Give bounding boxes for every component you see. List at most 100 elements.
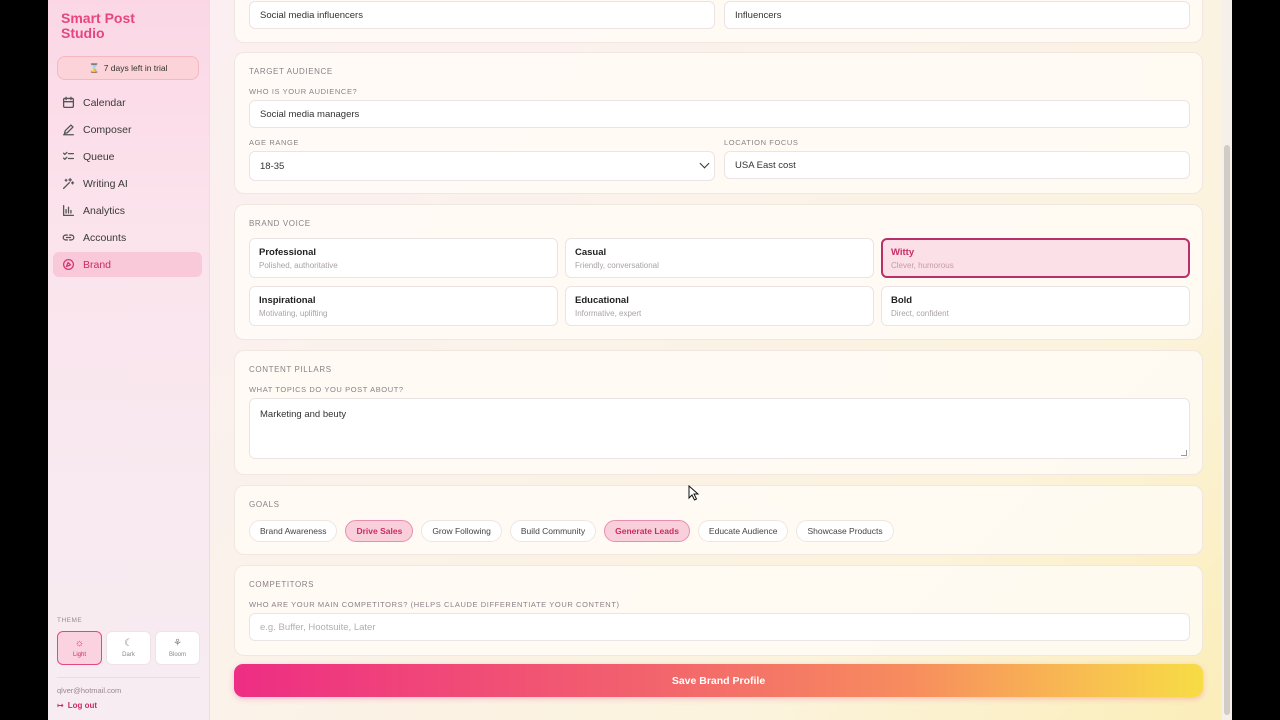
sidebar-nav: Calendar Composer Queue Writing AI Analy… bbox=[53, 90, 202, 279]
target-audience-card: TARGET AUDIENCE WHO IS YOUR AUDIENCE? So… bbox=[234, 52, 1203, 194]
sidebar-item-label: Queue bbox=[83, 150, 115, 163]
content-pillars-card: CONTENT PILLARS WHAT TOPICS DO YOU POST … bbox=[234, 350, 1203, 475]
voice-title: Casual bbox=[575, 247, 607, 258]
brand-basics-card: Social media influencers Influencers bbox=[234, 0, 1203, 43]
sidebar-item-calendar[interactable]: Calendar bbox=[53, 90, 202, 115]
voice-title: Inspirational bbox=[259, 295, 316, 306]
voice-desc: Direct, confident bbox=[891, 309, 949, 318]
user-email: qlver@hotmail.com bbox=[57, 686, 122, 695]
goal-chip-build-community[interactable]: Build Community bbox=[509, 520, 597, 542]
topics-textarea[interactable]: Marketing and beuty bbox=[249, 398, 1190, 459]
sidebar-item-accounts[interactable]: Accounts bbox=[53, 225, 202, 250]
mouse-cursor-icon bbox=[688, 485, 700, 501]
trial-badge: ⌛ 7 days left in trial bbox=[57, 56, 199, 80]
voice-title: Bold bbox=[891, 295, 913, 306]
brand-niche-input[interactable]: Social media influencers bbox=[249, 1, 715, 29]
link-icon bbox=[62, 234, 75, 241]
sidebar-item-composer[interactable]: Composer bbox=[53, 117, 202, 142]
sidebar-item-label: Composer bbox=[83, 123, 132, 136]
voice-desc: Friendly, conversational bbox=[575, 261, 659, 270]
voice-option-witty[interactable]: Witty Clever, humorous bbox=[881, 238, 1190, 278]
competitors-input[interactable]: e.g. Buffer, Hootsuite, Later bbox=[249, 613, 1190, 641]
hourglass-icon: ⌛ bbox=[88, 62, 100, 73]
goal-chips: Brand Awareness Drive Sales Grow Followi… bbox=[249, 520, 894, 542]
theme-light-button[interactable]: ☼ Light bbox=[57, 631, 102, 665]
logout-icon: ↦ bbox=[57, 701, 64, 710]
sidebar-divider bbox=[57, 677, 200, 678]
pen-icon bbox=[62, 124, 75, 136]
goal-chip-educate-audience[interactable]: Educate Audience bbox=[697, 520, 789, 542]
sidebar-item-label: Calendar bbox=[83, 96, 126, 109]
calendar-icon bbox=[62, 96, 75, 109]
sidebar-item-label: Accounts bbox=[83, 231, 127, 244]
goal-chip-showcase-products[interactable]: Showcase Products bbox=[796, 520, 894, 542]
sidebar-item-queue[interactable]: Queue bbox=[53, 144, 202, 169]
trial-text: 7 days left in trial bbox=[103, 63, 168, 73]
sidebar-item-writing-ai[interactable]: Writing AI bbox=[53, 171, 202, 196]
theme-bloom-button[interactable]: ⚘ Bloom bbox=[155, 631, 200, 665]
audience-label: WHO IS YOUR AUDIENCE? bbox=[249, 87, 358, 96]
theme-bloom-label: Bloom bbox=[168, 651, 186, 658]
section-title: BRAND VOICE bbox=[249, 219, 311, 228]
age-range-value: 18-35 bbox=[260, 160, 285, 172]
voice-option-educational[interactable]: Educational Informative, expert bbox=[565, 286, 874, 326]
sidebar-item-analytics[interactable]: Analytics bbox=[53, 198, 202, 223]
palette-icon bbox=[62, 258, 75, 271]
location-label: LOCATION FOCUS bbox=[724, 138, 799, 147]
sidebar: Smart Post Studio ⌛ 7 days left in trial… bbox=[48, 0, 210, 720]
bar-chart-icon bbox=[62, 204, 75, 217]
competitors-label: WHO ARE YOUR MAIN COMPETITORS? (HELPS CL… bbox=[249, 600, 620, 609]
sidebar-item-brand[interactable]: Brand bbox=[53, 252, 202, 277]
section-title: COMPETITORS bbox=[249, 580, 315, 589]
voice-desc: Informative, expert bbox=[575, 309, 642, 318]
voice-option-casual[interactable]: Casual Friendly, conversational bbox=[565, 238, 874, 278]
voice-desc: Polished, authoritative bbox=[259, 261, 338, 270]
save-brand-profile-button[interactable]: Save Brand Profile bbox=[234, 664, 1203, 697]
theme-light-label: Light bbox=[72, 651, 86, 658]
topics-value: Marketing and beuty bbox=[260, 409, 347, 420]
sun-icon: ☼ bbox=[74, 637, 85, 649]
app-title: Smart Post Studio bbox=[61, 10, 135, 41]
voice-title: Educational bbox=[575, 295, 629, 306]
goal-chip-generate-leads[interactable]: Generate Leads bbox=[604, 520, 690, 542]
location-input[interactable]: USA East cost bbox=[724, 151, 1190, 179]
section-title: GOALS bbox=[249, 500, 280, 509]
voice-option-bold[interactable]: Bold Direct, confident bbox=[881, 286, 1190, 326]
age-range-select[interactable]: 18-35 bbox=[249, 151, 715, 181]
theme-dark-label: Dark bbox=[122, 651, 135, 658]
section-title: CONTENT PILLARS bbox=[249, 365, 332, 374]
goal-chip-drive-sales[interactable]: Drive Sales bbox=[345, 520, 414, 542]
age-range-label: AGE RANGE bbox=[249, 138, 299, 147]
sidebar-item-label: Brand bbox=[83, 258, 112, 271]
competitors-card: COMPETITORS WHO ARE YOUR MAIN COMPETITOR… bbox=[234, 565, 1203, 656]
main-content: Social media influencers Influencers TAR… bbox=[210, 0, 1232, 720]
goal-chip-brand-awareness[interactable]: Brand Awareness bbox=[249, 520, 338, 542]
voice-option-professional[interactable]: Professional Polished, authoritative bbox=[249, 238, 558, 278]
scrollbar-thumb[interactable] bbox=[1224, 145, 1230, 715]
scrollbar[interactable] bbox=[1222, 0, 1232, 720]
voice-option-inspirational[interactable]: Inspirational Motivating, uplifting bbox=[249, 286, 558, 326]
sidebar-item-label: Writing AI bbox=[83, 177, 128, 190]
brand-voice-card: BRAND VOICE Professional Polished, autho… bbox=[234, 204, 1203, 340]
brand-category-input[interactable]: Influencers bbox=[724, 1, 1190, 29]
logout-button[interactable]: ↦ Log out bbox=[57, 701, 97, 710]
app-window: Smart Post Studio ⌛ 7 days left in trial… bbox=[48, 0, 1232, 720]
moon-icon: ☾ bbox=[124, 637, 133, 649]
flower-icon: ⚘ bbox=[173, 637, 182, 649]
goals-card: GOALS Brand Awareness Drive Sales Grow F… bbox=[234, 485, 1203, 555]
audience-input[interactable]: Social media managers bbox=[249, 100, 1190, 128]
sidebar-item-label: Analytics bbox=[83, 204, 126, 217]
voice-desc: Clever, humorous bbox=[891, 261, 954, 270]
voice-title: Professional bbox=[259, 247, 317, 258]
list-check-icon bbox=[62, 151, 75, 160]
logout-label: Log out bbox=[67, 701, 98, 710]
topics-label: WHAT TOPICS DO YOU POST ABOUT? bbox=[249, 385, 404, 394]
goal-chip-grow-following[interactable]: Grow Following bbox=[421, 520, 502, 542]
section-title: TARGET AUDIENCE bbox=[249, 67, 333, 76]
theme-switcher: ☼ Light ☾ Dark ⚘ Bloom bbox=[57, 631, 200, 665]
voice-desc: Motivating, uplifting bbox=[259, 309, 328, 318]
theme-dark-button[interactable]: ☾ Dark bbox=[106, 631, 151, 665]
sparkles-icon bbox=[62, 177, 75, 190]
resize-handle-icon[interactable] bbox=[1181, 450, 1187, 456]
theme-label: THEME bbox=[57, 617, 83, 624]
